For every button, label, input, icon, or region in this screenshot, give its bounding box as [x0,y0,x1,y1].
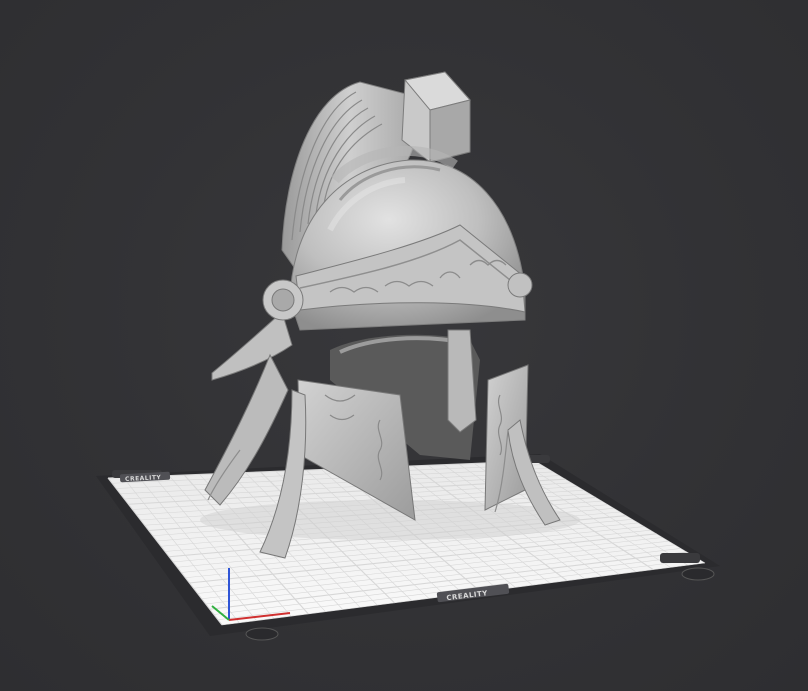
bed-foot-front-right [681,567,715,581]
left-wing [211,311,293,381]
bed-clip-front-right [660,553,700,563]
bed-foot-front-left [245,627,279,641]
scene-canvas[interactable]: CREALITY CREALITY [0,0,808,691]
3d-viewport[interactable]: CREALITY CREALITY [0,0,808,691]
ear-rosette-right [507,272,533,298]
